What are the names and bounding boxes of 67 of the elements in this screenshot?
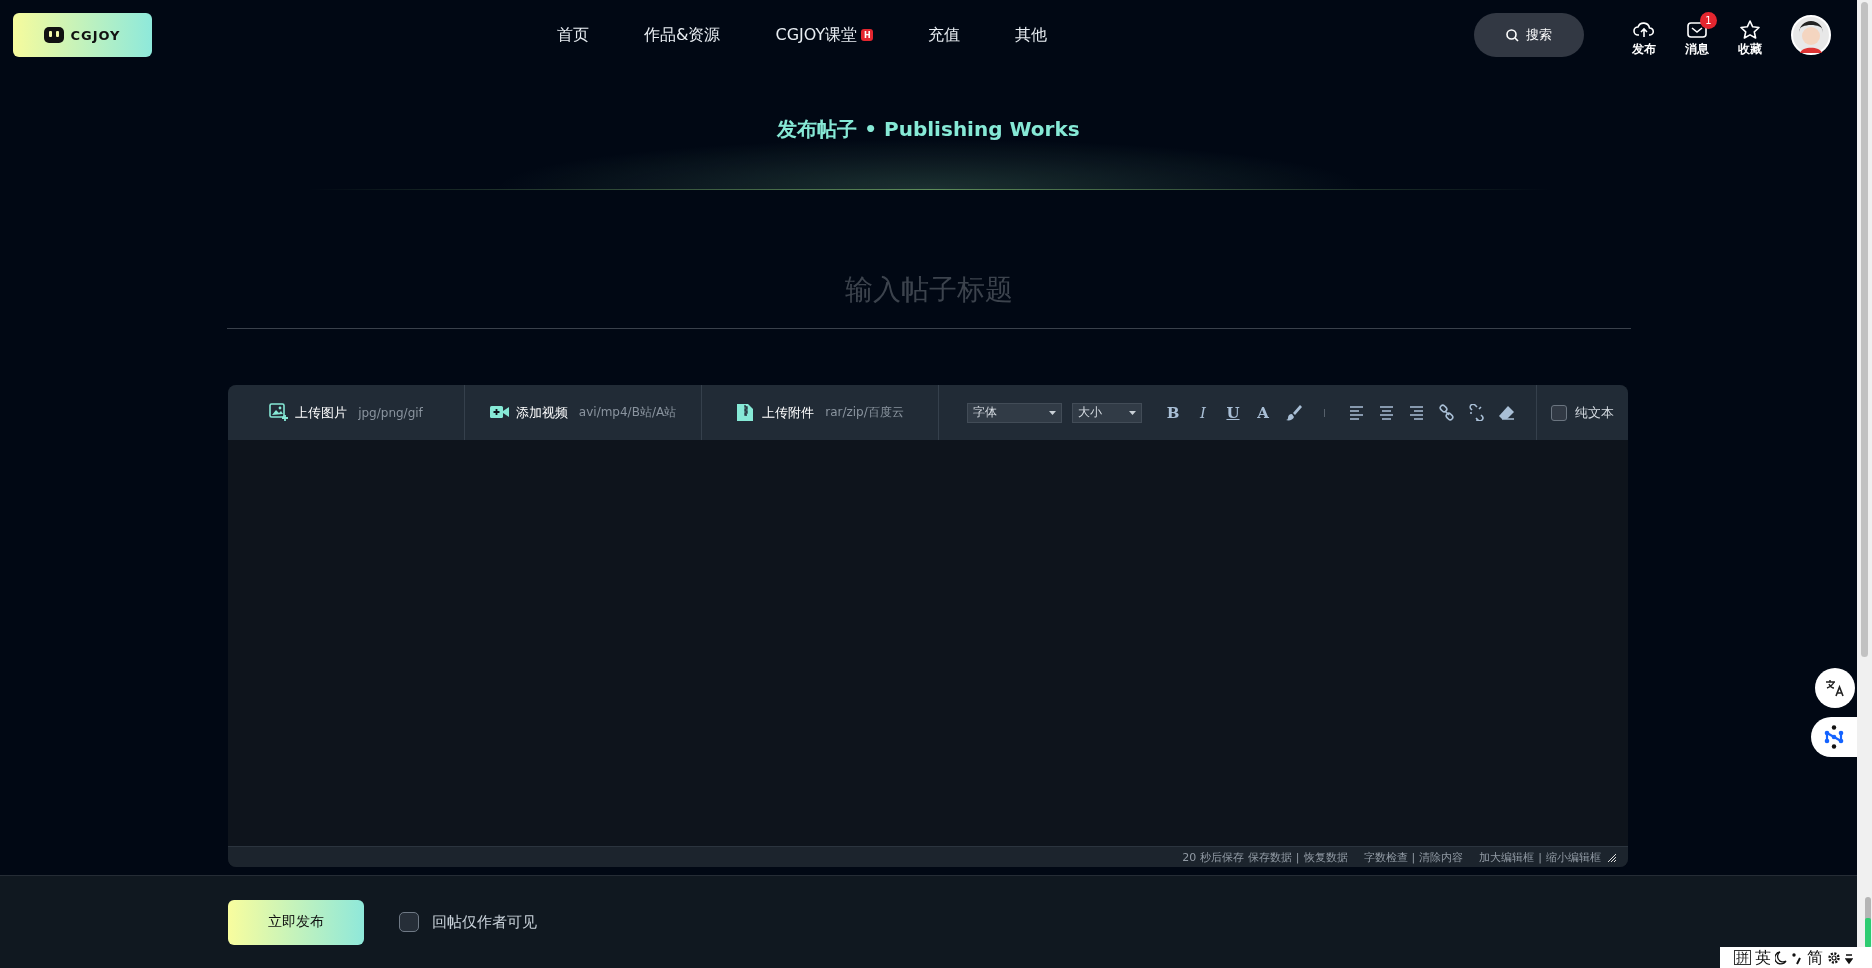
image-add-icon <box>269 403 289 422</box>
page-title: 发布帖子 • Publishing Works <box>777 116 1080 143</box>
status-text: | <box>1538 850 1542 864</box>
status-text: 加大编辑框 <box>1479 849 1535 865</box>
eraser-icon <box>1497 404 1515 421</box>
node-graph-icon <box>1823 725 1845 749</box>
nav-link[interactable]: 充值 <box>928 24 961 46</box>
nav-link[interactable]: 首页 <box>557 24 589 46</box>
zip-file-icon <box>736 403 756 422</box>
language-key[interactable]: 英 <box>1755 949 1771 966</box>
status-text: 清除内容 <box>1419 849 1464 865</box>
status-text: 字数检查 <box>1363 849 1408 865</box>
bold-button[interactable]: B <box>1158 399 1188 426</box>
gear-icon[interactable] <box>1827 950 1841 965</box>
underline-button[interactable]: U <box>1218 399 1248 426</box>
italic-button[interactable]: I <box>1188 399 1218 426</box>
hot-badge: H <box>861 29 874 41</box>
resize-grip-icon[interactable] <box>1607 852 1616 862</box>
input-mode-key[interactable]: 拼 <box>1734 950 1751 965</box>
moon-icon[interactable] <box>1775 950 1787 965</box>
header-action[interactable]: 发布 <box>1624 12 1664 58</box>
search-icon <box>1506 28 1519 42</box>
assistant-button[interactable] <box>1811 717 1857 757</box>
logo[interactable]: CGJOY <box>13 13 152 57</box>
translate-icon <box>1825 679 1845 697</box>
header-action[interactable]: 消息 1 <box>1677 12 1717 58</box>
plain-text-toggle[interactable]: 纯文本 <box>1537 385 1628 440</box>
size-select[interactable]: 大小 <box>1072 402 1142 423</box>
status-text: 保存数据 <box>1247 849 1292 865</box>
status-text: 缩小编辑框 <box>1546 849 1601 865</box>
upload-button[interactable]: 添加视频 avi/mp4/B站/A站 <box>465 385 702 440</box>
header-action[interactable]: 收藏 <box>1730 12 1770 58</box>
nav-link[interactable]: 其他 <box>1015 24 1048 46</box>
status-text: 恢复数据 <box>1303 849 1348 865</box>
caret-icon <box>1129 410 1136 415</box>
align-left-icon <box>1347 404 1365 421</box>
brush-icon <box>1284 404 1302 421</box>
link-icon <box>1437 404 1455 421</box>
notification-badge: 1 <box>1700 12 1717 29</box>
avatar-icon[interactable] <box>1791 15 1831 55</box>
envelope-icon <box>1686 19 1708 39</box>
upload-button[interactable]: 上传图片 jpg/png/gif <box>228 385 465 440</box>
status-text: | <box>1411 850 1416 864</box>
cloud-upload-icon <box>1633 19 1655 39</box>
align-right-icon <box>1407 404 1425 421</box>
caret-icon <box>1049 410 1056 415</box>
publish-button[interactable]: 立即发布 <box>228 899 364 945</box>
font-select[interactable]: 字体 <box>967 402 1062 423</box>
punctuation-icon[interactable] <box>1791 950 1803 965</box>
status-text: | <box>1295 850 1300 864</box>
script-key[interactable]: 简 <box>1807 949 1823 966</box>
search-button[interactable]: 搜索 <box>1474 13 1584 57</box>
title-input[interactable]: 输入帖子标题 <box>226 250 1631 329</box>
color-button[interactable]: A <box>1248 399 1278 426</box>
robot-head-icon <box>44 27 65 43</box>
checkbox[interactable] <box>1551 404 1567 421</box>
upload-button[interactable]: 上传附件 rar/zip/百度云 <box>702 385 939 440</box>
status-text: 20 秒后保存 <box>1182 849 1244 865</box>
checkbox[interactable] <box>399 912 419 932</box>
nav-link[interactable]: CGJOY课堂 H <box>775 24 874 46</box>
unlink-icon <box>1467 404 1485 421</box>
nav-link[interactable]: 作品&资源 <box>644 24 721 46</box>
logo-text: CGJOY <box>70 27 121 43</box>
align-center-icon <box>1377 404 1395 421</box>
author-only-toggle[interactable]: 回帖仅作者可见 <box>399 912 537 932</box>
star-icon <box>1739 19 1761 39</box>
translate-button[interactable] <box>1815 668 1855 708</box>
